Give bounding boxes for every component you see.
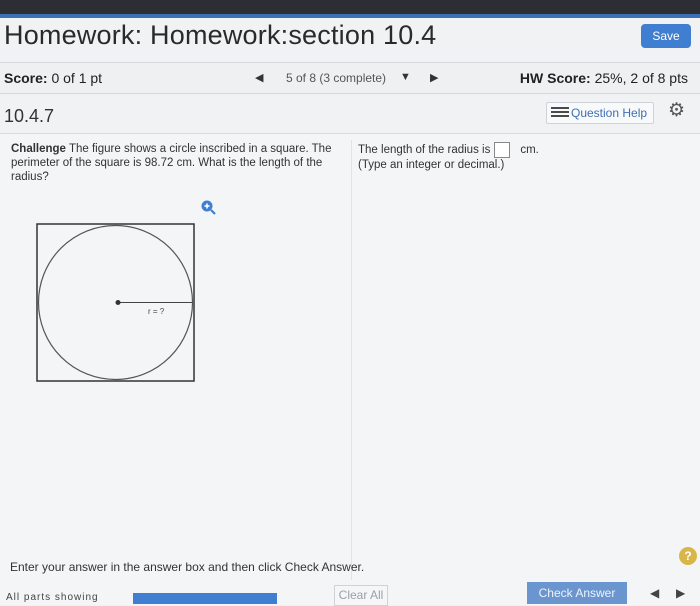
next-question-icon[interactable]: ▶ [430,71,438,84]
progress-strip [133,593,277,604]
zoom-in-icon[interactable] [200,199,216,215]
question-help-button[interactable]: Question Help [546,102,654,124]
hw-score-value: 25%, 2 of 8 pts [594,70,688,86]
clear-all-button[interactable]: Clear All [334,585,388,606]
circle-in-square-figure: r = ? [36,223,195,382]
page-title: Homework: Homework:section 10.4 [4,20,437,50]
radius-label: r = ? [148,307,165,316]
score-display: Score: 0 of 1 pt [4,70,102,86]
center-point [115,300,121,305]
chevron-down-icon[interactable]: ▼ [400,71,411,83]
accent-line [0,14,700,18]
bottom-toolbar: All parts showing Clear All Check Answer… [0,582,700,606]
next-part-icon[interactable]: ▶ [676,586,685,600]
question-help-label: Question Help [571,106,648,120]
gear-icon[interactable]: ⚙ [668,99,685,122]
score-value: 0 of 1 pt [51,70,103,86]
help-icon[interactable]: ? [679,547,697,565]
list-icon [551,107,569,119]
answer-prompt: The length of the radius is [358,144,491,157]
answer-area: The length of the radius is cm. (Type an … [358,142,539,172]
save-button[interactable]: Save [641,24,691,48]
question-progress-dropdown[interactable]: 5 of 8 (3 complete) [286,71,386,85]
previous-question-icon[interactable]: ◀ [255,71,263,84]
answer-line: The length of the radius is cm. [358,142,539,158]
answer-unit: cm. [520,144,539,157]
answer-hint: (Type an integer or decimal.) [358,159,505,171]
window-top-bar [0,0,700,14]
hw-score: HW Score: 25%, 2 of 8 pts [520,70,688,86]
question-number: 10.4.7 [4,106,55,126]
instruction-text: Enter your answer in the answer box and … [10,560,365,574]
check-answer-button[interactable]: Check Answer [527,582,627,604]
problem-text: Challenge The figure shows a circle insc… [11,142,346,184]
panel-divider [351,140,352,580]
score-label: Score: [4,70,48,86]
problem-lead: Challenge [11,143,66,155]
hw-score-label: HW Score: [519,70,591,86]
answer-input[interactable] [494,142,511,158]
parts-showing-label: All parts showing [6,592,99,602]
previous-part-icon[interactable]: ◀ [650,586,659,600]
score-row: Score: 0 of 1 pt ◀ 5 of 8 (3 complete) ▼… [0,62,700,94]
